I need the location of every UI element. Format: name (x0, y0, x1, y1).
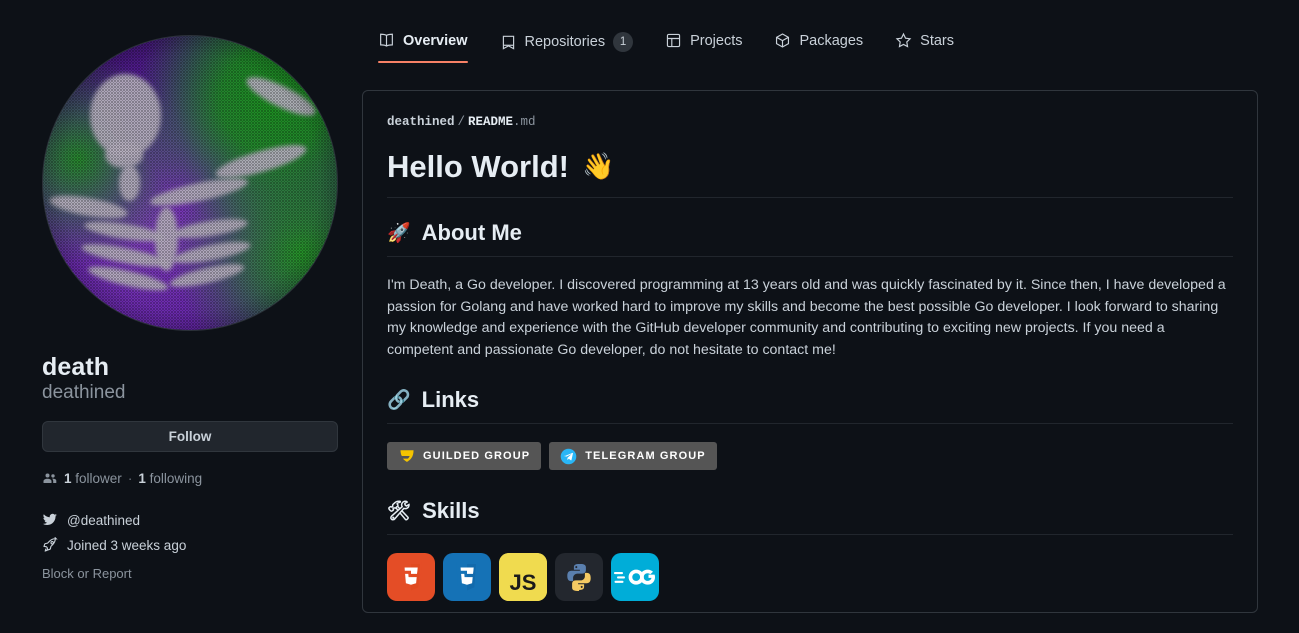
rocket-emoji-icon: 🚀 (387, 221, 411, 244)
table-icon (665, 32, 682, 49)
svg-text:JS: JS (510, 570, 537, 595)
tab-projects[interactable]: Projects (649, 26, 758, 63)
follow-button[interactable]: Follow (42, 421, 338, 452)
css3-icon[interactable] (443, 553, 491, 601)
repositories-count-badge: 1 (613, 32, 634, 52)
star-icon (895, 32, 912, 49)
go-icon[interactable] (611, 553, 659, 601)
people-icon (42, 470, 58, 486)
twitter-handle: @deathined (67, 512, 141, 528)
joined-text: Joined 3 weeks ago (67, 537, 187, 553)
breadcrumb-ext: .md (513, 115, 536, 129)
joined-row: Joined 3 weeks ago (42, 537, 186, 553)
twitter-row[interactable]: @deathined (42, 512, 140, 528)
profile-login: deathined (42, 382, 126, 403)
block-or-report-link[interactable]: Block or Report (42, 566, 132, 581)
tab-repositories-label: Repositories (524, 34, 606, 50)
breadcrumb: deathined / README.md (387, 115, 1233, 129)
profile-nav-tabs: Overview Repositories 1 Projects Package… (362, 26, 970, 66)
skills-heading: 🛠 Skills (387, 498, 1233, 535)
telegram-group-label: TELEGRAM GROUP (585, 450, 706, 462)
link-badges: GUILDED GROUP TELEGRAM GROUP (387, 442, 1233, 470)
tab-packages[interactable]: Packages (758, 26, 879, 63)
tab-packages-label: Packages (799, 32, 864, 49)
followers-row: 1 follower · 1 following (42, 470, 202, 486)
breadcrumb-slash: / (457, 115, 466, 129)
about-me-heading: 🚀 About Me (387, 220, 1233, 257)
profile-name: death (42, 353, 110, 381)
meta-separator: · (127, 470, 133, 486)
html5-icon[interactable] (387, 553, 435, 601)
followers-count: 1 (64, 470, 72, 486)
telegram-icon (560, 448, 577, 465)
tab-stars[interactable]: Stars (879, 26, 970, 63)
followers-label: follower (75, 470, 122, 486)
hammer-and-wrench-icon: 🛠 (387, 499, 412, 522)
tab-overview[interactable]: Overview (362, 26, 484, 63)
links-heading: 🔗 Links (387, 387, 1233, 424)
breadcrumb-file[interactable]: README (468, 115, 513, 129)
repo-icon (500, 34, 517, 51)
waving-hand-icon: 👋 (581, 152, 615, 182)
book-icon (378, 32, 395, 49)
rocket-icon (42, 537, 58, 553)
telegram-group-badge[interactable]: TELEGRAM GROUP (549, 442, 717, 470)
about-me-heading-text: About Me (421, 220, 522, 245)
twitter-icon (42, 512, 58, 528)
avatar-artwork (43, 36, 337, 330)
links-heading-text: Links (421, 387, 480, 412)
tab-stars-label: Stars (920, 32, 955, 49)
followers-link[interactable]: 1 follower (64, 471, 122, 486)
following-count: 1 (138, 470, 146, 486)
avatar[interactable] (42, 35, 338, 331)
about-me-body: I'm Death, a Go developer. I discovered … (387, 277, 1226, 358)
skills-list: JS (387, 553, 1233, 601)
following-link[interactable]: 1 following (138, 471, 202, 486)
link-emoji-icon: 🔗 (387, 388, 411, 411)
readme-title-text: Hello World! (387, 149, 569, 184)
tab-repositories[interactable]: Repositories 1 (484, 26, 650, 66)
readme-title: Hello World! 👋 (387, 149, 1233, 198)
readme-card: deathined / README.md Hello World! 👋 🚀 Abo… (362, 90, 1258, 613)
breadcrumb-owner[interactable]: deathined (387, 115, 455, 129)
package-icon (774, 32, 791, 49)
python-icon[interactable] (555, 553, 603, 601)
skills-heading-text: Skills (422, 498, 480, 523)
javascript-icon[interactable]: JS (499, 553, 547, 601)
tab-projects-label: Projects (690, 32, 743, 49)
guilded-icon (398, 448, 415, 465)
following-label: following (149, 470, 203, 486)
tab-overview-label: Overview (403, 32, 468, 49)
guilded-group-label: GUILDED GROUP (423, 450, 531, 462)
github-profile-page: death deathined Follow 1 follower · 1 fo… (0, 0, 1299, 633)
guilded-group-badge[interactable]: GUILDED GROUP (387, 442, 542, 470)
